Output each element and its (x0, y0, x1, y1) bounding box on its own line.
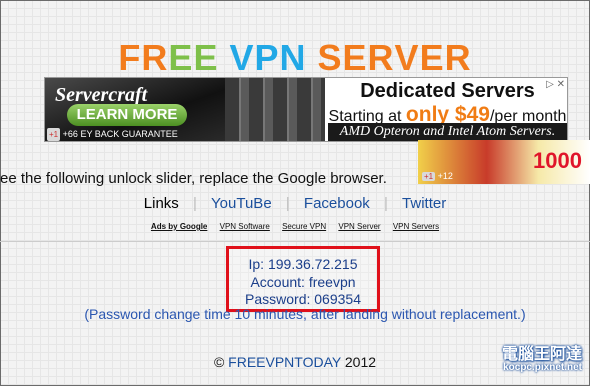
banner-right-panel: ▷ ✕ Dedicated Servers Starting at only $… (328, 78, 567, 141)
title-letter: S (317, 37, 343, 78)
side-ad-gplus[interactable]: +1 +12 (420, 171, 453, 181)
separator: | (285, 195, 290, 212)
ad-link-vpn-server[interactable]: VPN Server (338, 222, 380, 231)
ip-text: Ip: 199.36.72.215 (248, 256, 358, 272)
guarantee-text: EY BACK GUARANTEE (80, 129, 178, 139)
side-ad-count: +12 (437, 171, 453, 181)
banner-left-panel: Servercraft LEARN MORE +1 +66 EY BACK GU… (45, 78, 225, 141)
watermark-logo: 電腦王阿達 kocpc.pixnet.net (458, 340, 586, 380)
account-text: Account: freevpn (250, 274, 356, 290)
watermark-url: kocpc.pixnet.net (503, 362, 582, 373)
watermark-title: 電腦王阿達 (501, 346, 582, 363)
separator: | (383, 195, 388, 212)
ad-banner-servercraft[interactable]: Servercraft LEARN MORE +1 +66 EY BACK GU… (44, 77, 568, 142)
password-text: Password: 069354 (245, 291, 361, 307)
title-letter: P (254, 37, 280, 78)
google-plus-one-icon[interactable]: +1 (422, 172, 436, 181)
twitter-link[interactable]: Twitter (402, 195, 446, 212)
title-letter (307, 38, 318, 78)
links-row: Links | YouTuBe | Facebook | Twitter (0, 195, 590, 212)
banner-guarantee-bar: +1 +66 EY BACK GUARANTEE (45, 128, 225, 141)
separator: | (192, 195, 197, 212)
footer-year: 2012 (340, 354, 377, 370)
page-title: FREE VPN SERVER (0, 38, 590, 78)
unlock-slider-instruction: ee the following unlock slider, replace … (0, 170, 387, 187)
ads-by-google-link[interactable]: Ads by Google (151, 222, 207, 231)
title-letter: E (193, 37, 219, 78)
divider (0, 241, 590, 242)
ad-link-vpn-servers[interactable]: VPN Servers (393, 222, 439, 231)
title-letter: R (367, 37, 395, 78)
links-label: Links (143, 195, 179, 212)
footer-brand-link[interactable]: FREEVPNTODAY (228, 354, 341, 370)
ad-link-secure-vpn[interactable]: Secure VPN (282, 222, 326, 231)
copyright-symbol: © (213, 354, 229, 370)
side-ad-number: 1000 (533, 148, 582, 173)
google-plus-one-icon[interactable]: +1 (47, 128, 61, 141)
title-letter: V (394, 37, 420, 78)
title-letter: R (444, 37, 472, 78)
title-letter: V (229, 37, 255, 78)
facebook-link[interactable]: Facebook (304, 195, 370, 212)
g-plus-count: +66 (62, 129, 78, 139)
title-letter: N (279, 37, 307, 78)
title-letter (218, 38, 229, 78)
title-letter: F (118, 37, 142, 78)
password-change-note: (Password change time 10 minutes, after … (84, 306, 526, 322)
title-letter: E (419, 37, 445, 78)
side-ad-banner[interactable]: 1000 +1 +12 (418, 140, 590, 184)
banner-amd-strip: AMD Opteron and Intel Atom Servers. (328, 123, 567, 141)
ad-link-vpn-software[interactable]: VPN Software (220, 222, 270, 231)
banner-headline: Dedicated Servers (360, 80, 535, 102)
title-letter: R (141, 37, 169, 78)
title-letter: E (342, 37, 368, 78)
youtube-link[interactable]: YouTuBe (211, 195, 272, 212)
server-rack-image (225, 78, 325, 141)
ads-by-google-bar: Ads by Google VPN Software Secure VPN VP… (0, 222, 590, 231)
ad-close-icon[interactable]: ▷ ✕ (546, 79, 565, 90)
title-letter: E (168, 37, 194, 78)
learn-more-button[interactable]: LEARN MORE (67, 104, 187, 126)
